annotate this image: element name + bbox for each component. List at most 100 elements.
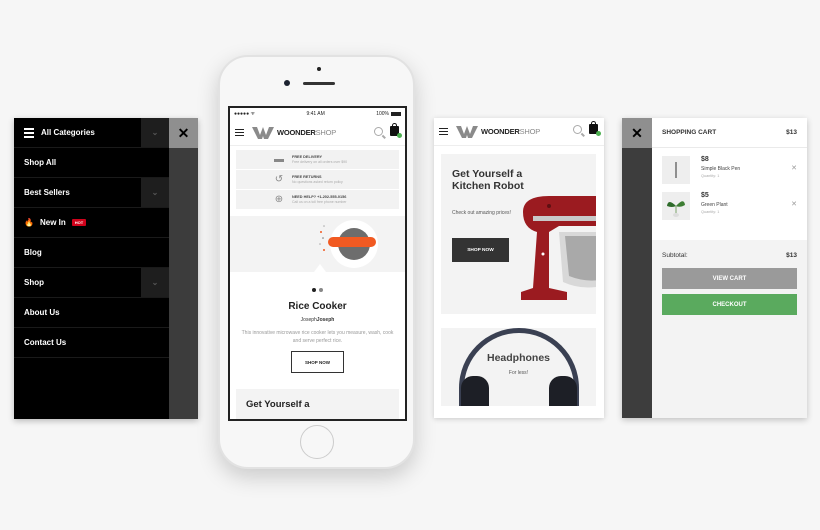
kitchen-robot-promo[interactable]: Get Yourself a Kitchen Robot Check out a… xyxy=(441,154,596,314)
chevron-down-icon[interactable]: ⌄ xyxy=(141,268,169,297)
hamburger-menu-button[interactable] xyxy=(235,127,244,138)
menu-item-label: Best Sellers xyxy=(24,188,70,197)
item-price: $8 xyxy=(701,156,709,163)
promo-subtitle: For less! xyxy=(508,370,529,376)
subtotal-value: $13 xyxy=(786,252,797,259)
categories-menu-panel: All Categories ⌄ Shop All Best Sellers ⌄… xyxy=(14,118,198,419)
decorative-dots xyxy=(319,225,325,251)
menu-item-contact-us[interactable]: Contact Us xyxy=(14,328,169,358)
slider-dots xyxy=(230,279,405,297)
cart-items-list: $8 Simple Black Pen Quantity: 1 ✕ $5 Gre… xyxy=(652,148,807,240)
menu-item-label: Contact Us xyxy=(24,338,67,347)
home-screen-panel: WOONDERSHOP Get Yourself a Kitchen Robot… xyxy=(434,118,604,418)
cart-subtotal: Subtotal: $13 xyxy=(652,240,807,259)
woondershop-logo[interactable]: WOONDERSHOP xyxy=(252,126,336,139)
cart-total: $13 xyxy=(786,129,797,136)
checkout-button[interactable]: CHECKOUT xyxy=(662,294,797,315)
slider-dot-active[interactable] xyxy=(312,288,316,292)
shop-now-button[interactable]: SHOP NOW xyxy=(452,238,509,262)
phone-camera xyxy=(284,80,290,86)
flame-icon: 🔥 xyxy=(24,218,34,227)
shopping-bag-icon[interactable] xyxy=(390,123,402,138)
status-time: 9:41 AM xyxy=(306,111,325,117)
promo-title: Headphones xyxy=(486,352,550,364)
feature-free-delivery: ▬ FREE DELIVERY Free delivery on all orde… xyxy=(236,150,399,170)
item-name[interactable]: Green Plant xyxy=(701,202,728,208)
menu-drawer: All Categories ⌄ Shop All Best Sellers ⌄… xyxy=(14,118,169,419)
remove-item-icon[interactable]: ✕ xyxy=(791,164,797,172)
chevron-down-icon[interactable]: ⌄ xyxy=(141,118,169,147)
phone-mockup: ●●●●● ᯤ 9:41 AM 100% WOONDERSHOP ▬ FREE … xyxy=(218,55,415,469)
product-thumbnail-plant[interactable] xyxy=(662,192,690,220)
w-logo-icon xyxy=(456,125,478,138)
menu-item-shop[interactable]: Shop ⌄ xyxy=(14,268,169,298)
menu-item-label: About Us xyxy=(24,308,60,317)
cart-header: SHOPPING CART $13 xyxy=(652,118,807,148)
chevron-down-icon[interactable]: ⌄ xyxy=(141,178,169,207)
menu-item-all-categories[interactable]: All Categories ⌄ xyxy=(14,118,169,148)
shopping-bag-icon[interactable] xyxy=(589,121,601,136)
kitchen-promo-peek: Get Yourself a xyxy=(236,389,399,419)
menu-item-blog[interactable]: Blog xyxy=(14,238,169,268)
phone-screen: ●●●●● ᯤ 9:41 AM 100% WOONDERSHOP ▬ FREE … xyxy=(228,106,407,421)
cart-drawer: SHOPPING CART $13 $8 Simple Black Pen Qu… xyxy=(652,118,807,418)
signal-indicator: ●●●●● ᯤ xyxy=(234,111,256,117)
item-quantity: Quantity: 1 xyxy=(701,174,720,178)
shopping-cart-panel: ✕ SHOPPING CART $13 $8 Simple Black Pen … xyxy=(622,118,807,418)
close-icon: ✕ xyxy=(177,124,190,141)
stand-mixer-image xyxy=(521,196,596,300)
woondershop-logo[interactable]: WOONDERSHOP xyxy=(456,125,540,138)
search-icon[interactable] xyxy=(573,125,582,134)
menu-item-label: Shop xyxy=(24,278,44,287)
item-quantity: Quantity: 1 xyxy=(701,210,720,214)
hamburger-icon xyxy=(24,126,34,140)
app-header: WOONDERSHOP xyxy=(230,120,405,146)
menu-item-new-in[interactable]: 🔥 New In HOT xyxy=(14,208,169,238)
return-icon: ↺ xyxy=(274,174,284,185)
remove-item-icon[interactable]: ✕ xyxy=(791,200,797,208)
menu-item-label: All Categories xyxy=(41,128,95,137)
cart-item: $5 Green Plant Quantity: 1 ✕ xyxy=(652,192,807,228)
promo-title: Get Yourself a Kitchen Robot xyxy=(452,168,524,192)
item-name[interactable]: Simple Black Pen xyxy=(701,166,740,172)
feature-free-returns: ↺ FREE RETURNS No questions asked return … xyxy=(236,170,399,190)
battery-indicator: 100% xyxy=(376,111,401,117)
search-icon[interactable] xyxy=(374,127,383,136)
menu-item-label: New In xyxy=(39,218,66,227)
close-icon: ✕ xyxy=(631,124,643,141)
home-button[interactable] xyxy=(300,425,334,459)
truck-icon: ▬ xyxy=(274,154,284,165)
view-cart-button[interactable]: VIEW CART xyxy=(662,268,797,289)
product-slider[interactable] xyxy=(230,216,405,272)
menu-item-label: Shop All xyxy=(24,158,57,167)
feature-need-help: ⊕ NEED HELP? +1-202-555-0156 Call us on a… xyxy=(236,190,399,210)
headphones-promo[interactable]: Headphones For less! xyxy=(441,328,596,406)
app-header: WOONDERSHOP xyxy=(434,118,604,146)
menu-item-about-us[interactable]: About Us xyxy=(14,298,169,328)
battery-icon xyxy=(391,111,401,116)
hot-badge: HOT xyxy=(71,219,87,226)
close-menu-button[interactable]: ✕ xyxy=(169,118,198,148)
hamburger-menu-button[interactable] xyxy=(439,126,448,137)
phone-speaker xyxy=(303,82,335,85)
lifebuoy-icon: ⊕ xyxy=(274,194,284,205)
product-description: This innovative microwave rice cooker le… xyxy=(241,330,394,344)
product-title: Rice Cooker xyxy=(288,301,347,312)
w-logo-icon xyxy=(252,126,274,139)
cart-item: $8 Simple Black Pen Quantity: 1 ✕ xyxy=(652,156,807,192)
shop-now-button[interactable]: SHOP NOW xyxy=(291,351,344,373)
features-list: ▬ FREE DELIVERY Free delivery on all orde… xyxy=(236,150,399,210)
subtotal-label: Subtotal: xyxy=(662,252,688,259)
menu-item-shop-all[interactable]: Shop All xyxy=(14,148,169,178)
status-bar: ●●●●● ᯤ 9:41 AM 100% xyxy=(230,108,405,120)
promo-subtitle: Check out amazing prices! xyxy=(452,210,511,216)
slider-dot[interactable] xyxy=(319,288,323,292)
close-cart-button[interactable]: ✕ xyxy=(622,118,652,148)
menu-item-best-sellers[interactable]: Best Sellers ⌄ xyxy=(14,178,169,208)
product-thumbnail-pen[interactable] xyxy=(662,156,690,184)
menu-item-label: Blog xyxy=(24,248,42,257)
cart-title: SHOPPING CART xyxy=(662,129,717,136)
product-brand: JosephJoseph xyxy=(300,317,335,323)
phone-sensor xyxy=(317,67,321,71)
item-price: $5 xyxy=(701,192,709,199)
